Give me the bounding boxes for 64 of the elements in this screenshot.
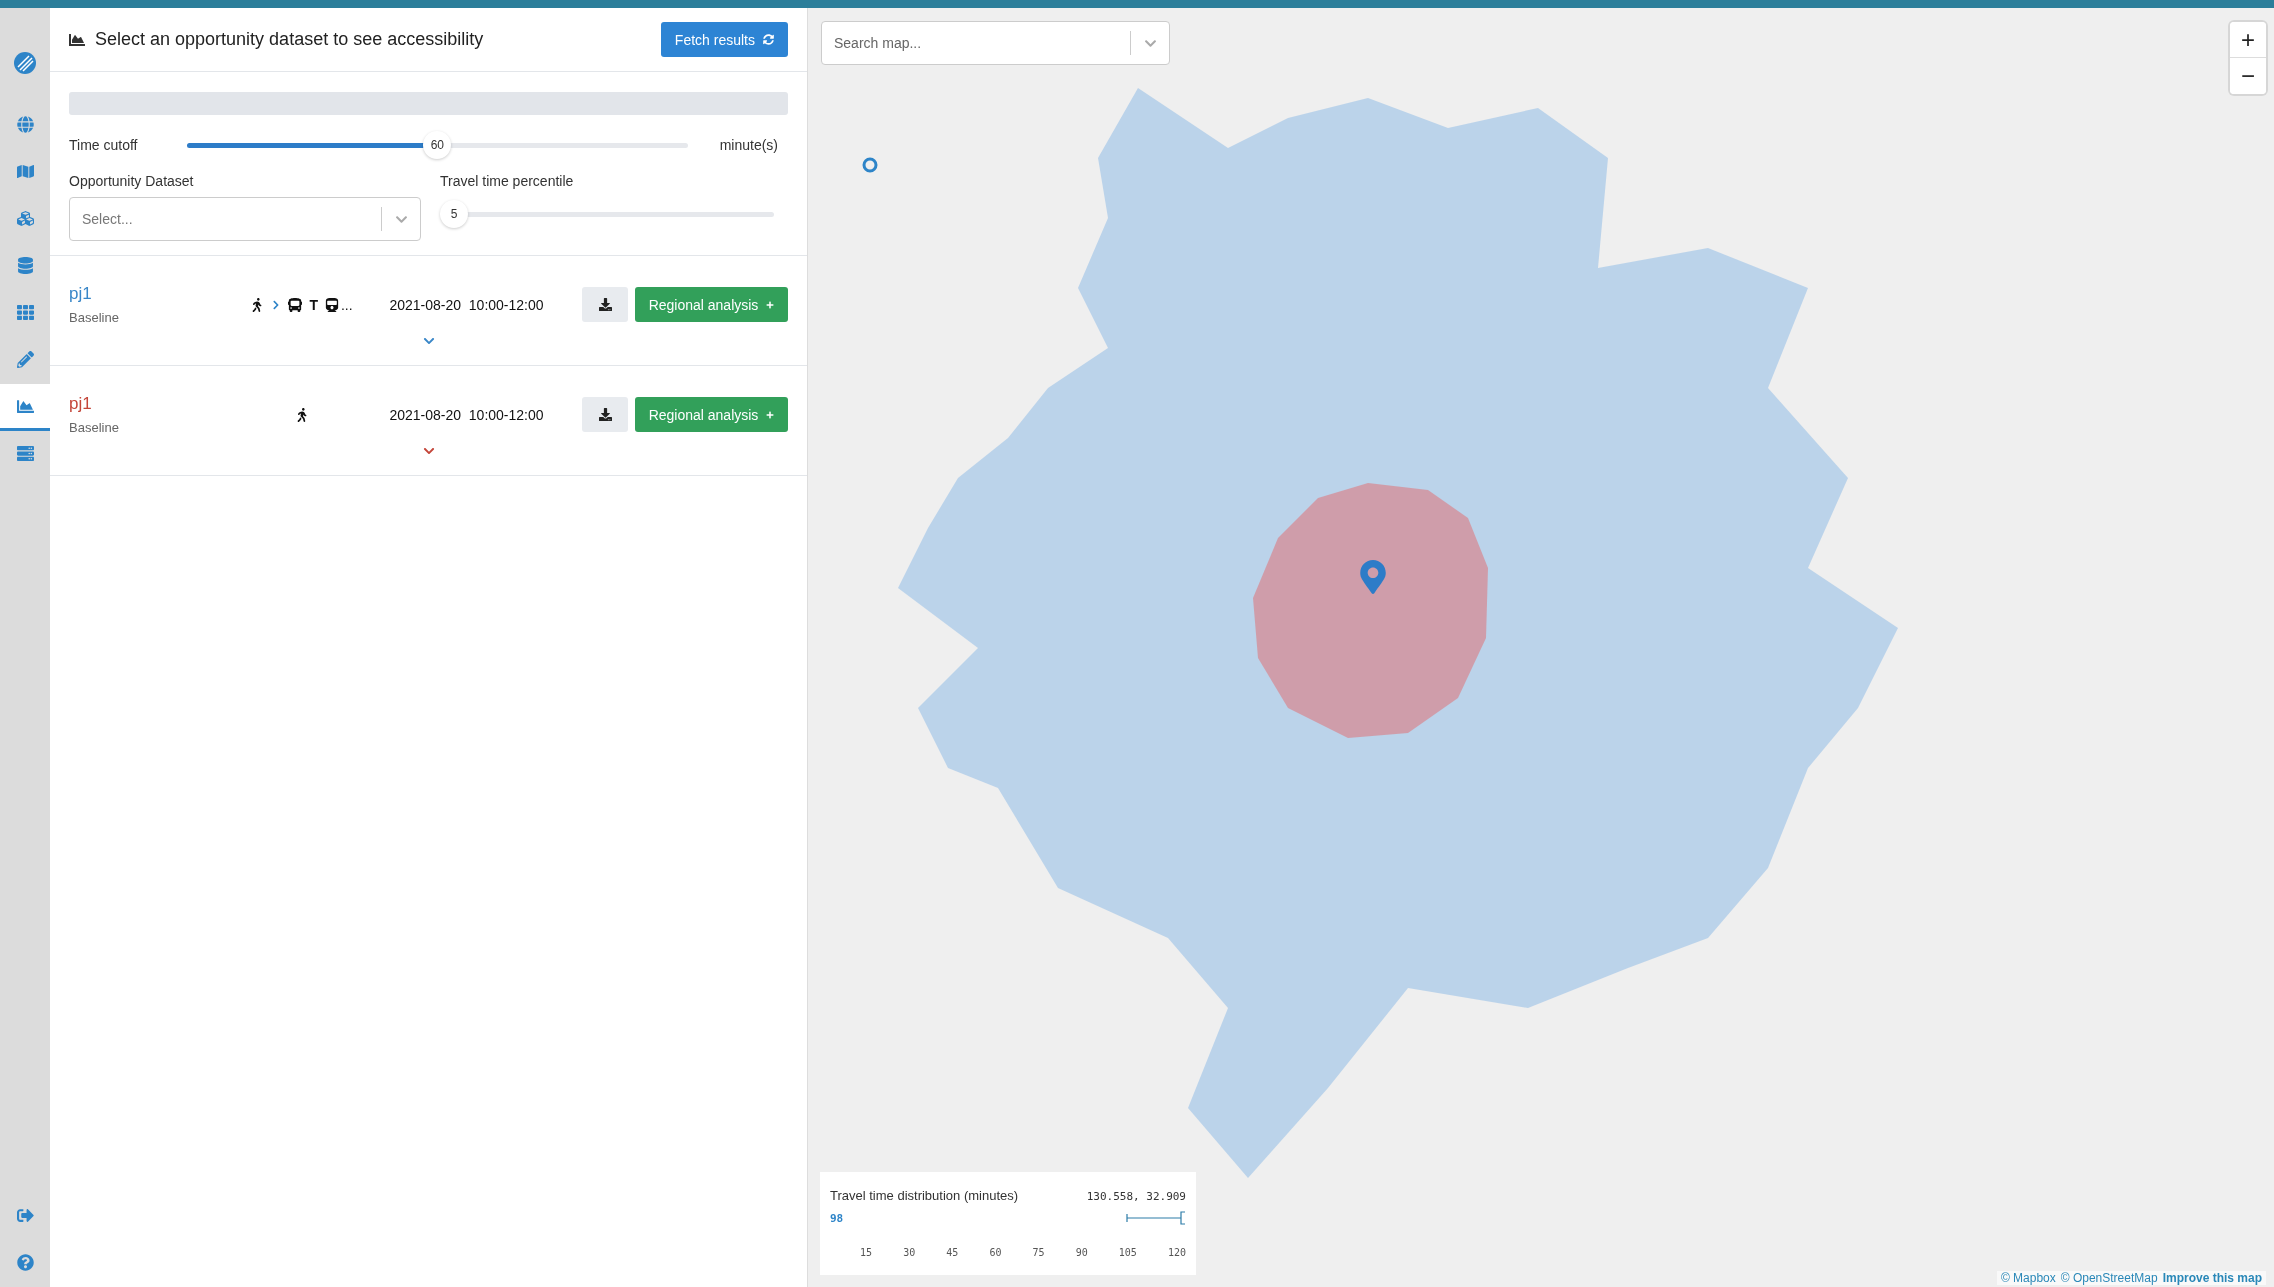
- percentile-label: Travel time percentile: [440, 173, 575, 189]
- zoom-in-button[interactable]: +: [2230, 22, 2266, 58]
- plus-icon: [766, 300, 775, 309]
- slider[interactable]: 60: [173, 130, 702, 160]
- fetch-results-button[interactable]: Fetch results: [660, 22, 788, 57]
- pencil-icon: [16, 350, 34, 368]
- coordinates: 130.558, 32.909: [1086, 1190, 1186, 1203]
- map[interactable]: Search map... + − Travel time distribution (minutes) 130.558, 32.909 98 15 30 45 60 75 90 105 120 © Mapbox © OpenStreetMap Improve this map: [808, 8, 2274, 1287]
- globe-icon: [16, 115, 34, 133]
- slider[interactable]: 5: [440, 199, 788, 229]
- box-plot-drawing: [1126, 1211, 1186, 1225]
- axis-tick: 75: [1032, 1247, 1045, 1258]
- refresh-icon: [763, 34, 774, 45]
- legend-value: 98: [830, 1211, 844, 1225]
- axis-tick: 60: [989, 1247, 1002, 1258]
- train-icon: [324, 297, 339, 312]
- download-button[interactable]: [582, 287, 628, 322]
- scenario-name: Baseline: [69, 420, 120, 435]
- attribution-link[interactable]: Improve this map: [2162, 1271, 2262, 1285]
- slider-thumb[interactable]: 5: [440, 200, 468, 228]
- axis-tick: 30: [903, 1247, 916, 1258]
- chart-icon: [69, 31, 85, 48]
- axis-tick: 90: [1075, 1247, 1088, 1258]
- regional-analysis-button[interactable]: Regional analysis: [635, 397, 788, 432]
- sidebar-item[interactable]: [0, 384, 50, 431]
- grid-icon: [16, 303, 34, 321]
- map-icon: [16, 162, 34, 180]
- axis-tick: 15: [860, 1247, 873, 1258]
- axis-tick: 45: [946, 1247, 959, 1258]
- map-search-field[interactable]: Search map...: [821, 21, 1170, 65]
- bus-icon: [288, 297, 303, 312]
- mode-letter: T: [309, 296, 318, 313]
- dataset-select[interactable]: Select...: [69, 197, 421, 241]
- more-modes: ...: [340, 296, 353, 313]
- attribution-link[interactable]: © Mapbox: [2000, 1271, 2056, 1285]
- axis-tick: 105: [1118, 1247, 1137, 1258]
- plus-icon: [766, 410, 775, 419]
- download-icon: [598, 298, 612, 311]
- regional-analysis-button[interactable]: Regional analysis: [635, 287, 788, 322]
- legend-title: Travel time distribution (minutes): [830, 1188, 1019, 1203]
- download-button[interactable]: [582, 397, 628, 432]
- attribution-link[interactable]: © OpenStreetMap: [2060, 1271, 2158, 1285]
- project-name: pj1: [69, 394, 93, 414]
- project-name: pj1: [69, 284, 93, 304]
- slider-thumb[interactable]: 60: [423, 131, 452, 159]
- database-icon: [16, 256, 34, 274]
- download-icon: [598, 408, 612, 421]
- time-cutoff-label: Time cutoff: [69, 137, 139, 153]
- location-dot: [862, 157, 878, 173]
- expand-icon[interactable]: [422, 445, 435, 457]
- panel-title: Select an opportunity dataset to see accessibility: [95, 29, 485, 50]
- expand-icon[interactable]: [422, 335, 435, 347]
- logo-icon: [14, 52, 36, 74]
- cubes-icon: [16, 209, 34, 227]
- unit-label: minute(s): [719, 137, 778, 153]
- axis-tick: 120: [1167, 1247, 1186, 1258]
- help-icon: [16, 1253, 34, 1271]
- dataset-label: Opportunity Dataset: [69, 173, 195, 189]
- scenario-name: Baseline: [69, 310, 120, 325]
- date-time: 2021-08-20 10:00-12:00: [388, 296, 545, 313]
- sign-out-icon: [16, 1206, 34, 1224]
- date-time: 2021-08-20 10:00-12:00: [388, 406, 545, 423]
- server-icon: [16, 444, 34, 462]
- chart-icon: [16, 397, 34, 415]
